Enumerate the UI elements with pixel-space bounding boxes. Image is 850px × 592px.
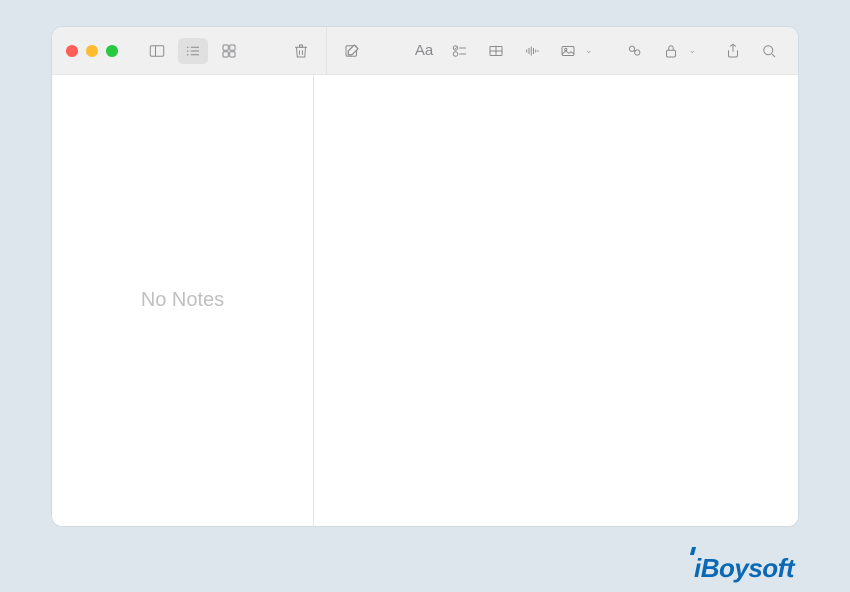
trash-icon — [292, 42, 310, 60]
share-icon — [724, 42, 742, 60]
empty-notes-label: No Notes — [141, 289, 224, 312]
chevron-down-icon: ⌄ — [585, 45, 593, 56]
grid-view-button[interactable] — [214, 38, 244, 64]
note-editor-panel[interactable] — [314, 75, 798, 526]
compose-icon — [343, 42, 361, 60]
insert-media-button[interactable]: ⌄ — [553, 38, 593, 64]
list-view-button[interactable] — [178, 38, 208, 64]
media-icon — [559, 42, 577, 60]
zoom-window-button[interactable] — [106, 45, 118, 57]
content-area: No Notes — [52, 75, 798, 526]
search-icon — [760, 42, 778, 60]
sidebar-toggle-icon — [148, 42, 166, 60]
close-window-button[interactable] — [66, 45, 78, 57]
waveform-icon — [523, 42, 541, 60]
checklist-icon — [451, 42, 469, 60]
watermark: iBoysoft — [694, 553, 794, 584]
compose-note-button[interactable] — [337, 38, 367, 64]
notes-list-panel: No Notes — [52, 75, 314, 526]
lock-icon — [662, 42, 680, 60]
toolbar-divider — [326, 27, 327, 75]
sidebar-toggle-button[interactable] — [142, 38, 172, 64]
lock-note-button[interactable]: ⌄ — [656, 38, 696, 64]
notes-app-window: Aa — [52, 27, 798, 526]
share-button[interactable] — [718, 38, 748, 64]
link-icon — [626, 42, 644, 60]
link-note-button[interactable] — [620, 38, 650, 64]
minimize-window-button[interactable] — [86, 45, 98, 57]
table-icon — [487, 42, 505, 60]
window-controls — [66, 45, 118, 57]
search-button[interactable] — [754, 38, 784, 64]
format-text-button[interactable]: Aa — [409, 38, 439, 64]
audio-button[interactable] — [517, 38, 547, 64]
toolbar: Aa — [52, 27, 798, 75]
watermark-text: iBoysoft — [694, 553, 794, 583]
checklist-button[interactable] — [445, 38, 475, 64]
list-view-icon — [184, 42, 202, 60]
format-text-icon: Aa — [415, 42, 433, 59]
grid-view-icon — [220, 42, 238, 60]
delete-note-button[interactable] — [286, 38, 316, 64]
table-button[interactable] — [481, 38, 511, 64]
chevron-down-icon: ⌄ — [688, 45, 696, 56]
